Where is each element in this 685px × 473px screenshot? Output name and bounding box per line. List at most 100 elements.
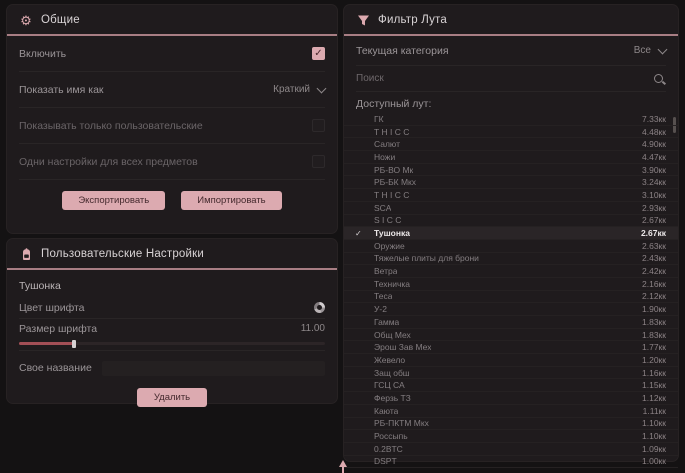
loot-filter-panel-header: Фильтр Лута	[344, 5, 678, 36]
general-settings-list: Включить✓Показать имя какКраткийПоказыва…	[7, 36, 337, 180]
loot-item-name: Теса	[374, 291, 392, 301]
loot-item-row[interactable]: ✓Тушонка2.67кк	[344, 227, 678, 240]
loot-item-value: 1.00кк	[642, 456, 666, 466]
loot-item-name: РБ-ПКТМ Мкх	[374, 418, 429, 428]
loot-item-row[interactable]: SCA 2.93кк	[344, 202, 678, 215]
loot-item-name: Оружие	[374, 241, 405, 251]
loot-item-row[interactable]: Ветра 2.42кк	[344, 265, 678, 278]
loot-item-row[interactable]: Теса2.12кк	[344, 291, 678, 304]
loot-item-row[interactable]: Общ Мех 1.83кк	[344, 329, 678, 342]
checkbox[interactable]: ✓	[312, 47, 325, 60]
loot-item-name: Т Н I С С	[374, 127, 409, 137]
delete-button[interactable]: Удалить	[137, 388, 207, 407]
loot-item-row[interactable]: РБ-ВО Мк3.90кк	[344, 164, 678, 177]
loot-item-name: Ножи	[374, 152, 395, 162]
loot-item-name: ГК	[374, 114, 384, 124]
general-panel-header: ⚙ Общие	[7, 5, 337, 36]
color-wheel-icon[interactable]	[314, 302, 325, 313]
loot-item-row[interactable]: Ножи 4.47кк	[344, 151, 678, 164]
loot-item-value: 4.90кк	[642, 139, 666, 149]
loot-item-value: 1.20кк	[642, 355, 666, 365]
loot-item-value: 2.93кк	[642, 203, 666, 213]
loot-item-row[interactable]: S I С С2.67кк	[344, 215, 678, 228]
loot-item-row[interactable]: Россыпь 1.10кк	[344, 430, 678, 443]
loot-item-row[interactable]: 0.2BTC 1.09кк	[344, 443, 678, 456]
check-icon: ✓	[355, 229, 362, 238]
loot-item-name: Тушонка	[374, 228, 410, 238]
loot-item-value: 1.09кк	[642, 444, 666, 454]
loot-item-row[interactable]: Тяжелые плиты для брони 2.43кк	[344, 253, 678, 266]
name-mode-select[interactable]: Краткий	[273, 84, 325, 95]
loot-list: ГК7.33ккТ Н I С С4.48ккСалют 4.90кк Ножи 4.…	[344, 113, 678, 468]
loot-item-name: Гамма	[374, 317, 399, 327]
loot-filter-panel: Фильтр Лута Текущая категория Все Поиск …	[344, 5, 678, 461]
bottom-plant-icon	[338, 460, 348, 473]
loot-item-name: ГСЦ СА	[374, 380, 405, 390]
loot-item-row[interactable]: Каюта1.11кк	[344, 405, 678, 418]
loot-item-name: DSPT	[374, 456, 397, 466]
loot-item-name: SCA	[374, 203, 391, 213]
search-row[interactable]: Поиск	[356, 66, 666, 92]
general-buttons-row: Экспортировать Импортировать	[7, 180, 337, 220]
search-input[interactable]: Поиск	[356, 73, 384, 84]
chevron-down-icon	[658, 44, 668, 54]
loot-item-row[interactable]: Ферзь ТЗ 1.12кк	[344, 392, 678, 405]
loot-item-row[interactable]: ГСЦ СА 1.15кк	[344, 379, 678, 392]
loot-item-value: 1.12кк	[642, 393, 666, 403]
slider-handle[interactable]	[72, 340, 76, 348]
loot-item-row[interactable]: Эрош Зав Мех1.77кк	[344, 341, 678, 354]
category-select[interactable]: Все	[634, 45, 666, 56]
loot-item-value: 1.10кк	[642, 431, 666, 441]
loot-item-value: 1.77кк	[642, 342, 666, 352]
loot-item-value: 2.43кк	[642, 253, 666, 263]
settings-label: Показать имя как	[19, 84, 104, 96]
user-settings-panel-header: Пользовательские Настройки	[7, 239, 337, 270]
loot-item-row[interactable]: ГК7.33кк	[344, 113, 678, 126]
loot-item-value: 2.42кк	[642, 266, 666, 276]
loot-item-row[interactable]: DSPT 1.00кк	[344, 456, 678, 469]
font-size-label: Размер шрифта	[19, 323, 97, 335]
loot-item-row[interactable]: Жевело1.20кк	[344, 354, 678, 367]
general-panel: ⚙ Общие Включить✓ Показать имя как Краткий…	[7, 5, 337, 233]
loot-item-value: 1.15кк	[642, 380, 666, 390]
export-button[interactable]: Экспортировать	[62, 191, 165, 210]
font-size-slider[interactable]	[19, 339, 325, 351]
loot-item-value: 4.47кк	[642, 152, 666, 162]
loot-item-name: РБ-БК Мкх	[374, 177, 416, 187]
available-loot-label: Доступный лут:	[344, 92, 678, 113]
loot-item-value: 1.10кк	[642, 418, 666, 428]
loot-item-row[interactable]: Т Н I С С4.48кк	[344, 126, 678, 139]
loot-item-name: Салют	[374, 139, 400, 149]
loot-item-row[interactable]: Техничка2.16кк	[344, 278, 678, 291]
loot-item-row[interactable]: Т Н I С С3.10кк	[344, 189, 678, 202]
import-button[interactable]: Импортировать	[181, 191, 281, 210]
chevron-down-icon	[317, 83, 327, 93]
loot-item-value: 3.24кк	[642, 177, 666, 187]
loot-item-value: 2.63кк	[642, 241, 666, 251]
loot-item-name: Россыпь	[374, 431, 408, 441]
loot-item-name: Ветра	[374, 266, 397, 276]
loot-item-row[interactable]: Оружие 2.63кк	[344, 240, 678, 253]
loot-item-row[interactable]: Защ обш1.16кк	[344, 367, 678, 380]
loot-item-value: 1.83кк	[642, 330, 666, 340]
font-color-row: Цвет шрифта	[19, 297, 325, 319]
funnel-icon	[356, 13, 370, 27]
loot-item-name: РБ-ВО Мк	[374, 165, 413, 175]
loot-item-row[interactable]: Гамма1.83кк	[344, 316, 678, 329]
loot-item-value: 2.67кк	[642, 215, 666, 225]
loot-item-row[interactable]: РБ-БК Мкх 3.24кк	[344, 176, 678, 189]
custom-name-input[interactable]	[102, 361, 325, 376]
loot-item-name: Ферзь ТЗ	[374, 393, 411, 403]
checkbox[interactable]	[312, 119, 325, 132]
loot-item-name: Т Н I С С	[374, 190, 409, 200]
loot-item-name: 0.2BTC	[374, 444, 403, 454]
font-size-row: Размер шрифта 11.00	[19, 319, 325, 338]
general-panel-title: Общие	[41, 14, 80, 26]
loot-item-name: Общ Мех	[374, 330, 411, 340]
checkbox[interactable]	[312, 155, 325, 168]
loot-item-row[interactable]: Салют 4.90кк	[344, 138, 678, 151]
loot-item-name: Тяжелые плиты для брони	[374, 253, 479, 263]
settings-row: Включить✓	[19, 36, 325, 72]
loot-item-row[interactable]: У-21.90кк	[344, 303, 678, 316]
loot-item-row[interactable]: РБ-ПКТМ Мкх 1.10кк	[344, 418, 678, 431]
